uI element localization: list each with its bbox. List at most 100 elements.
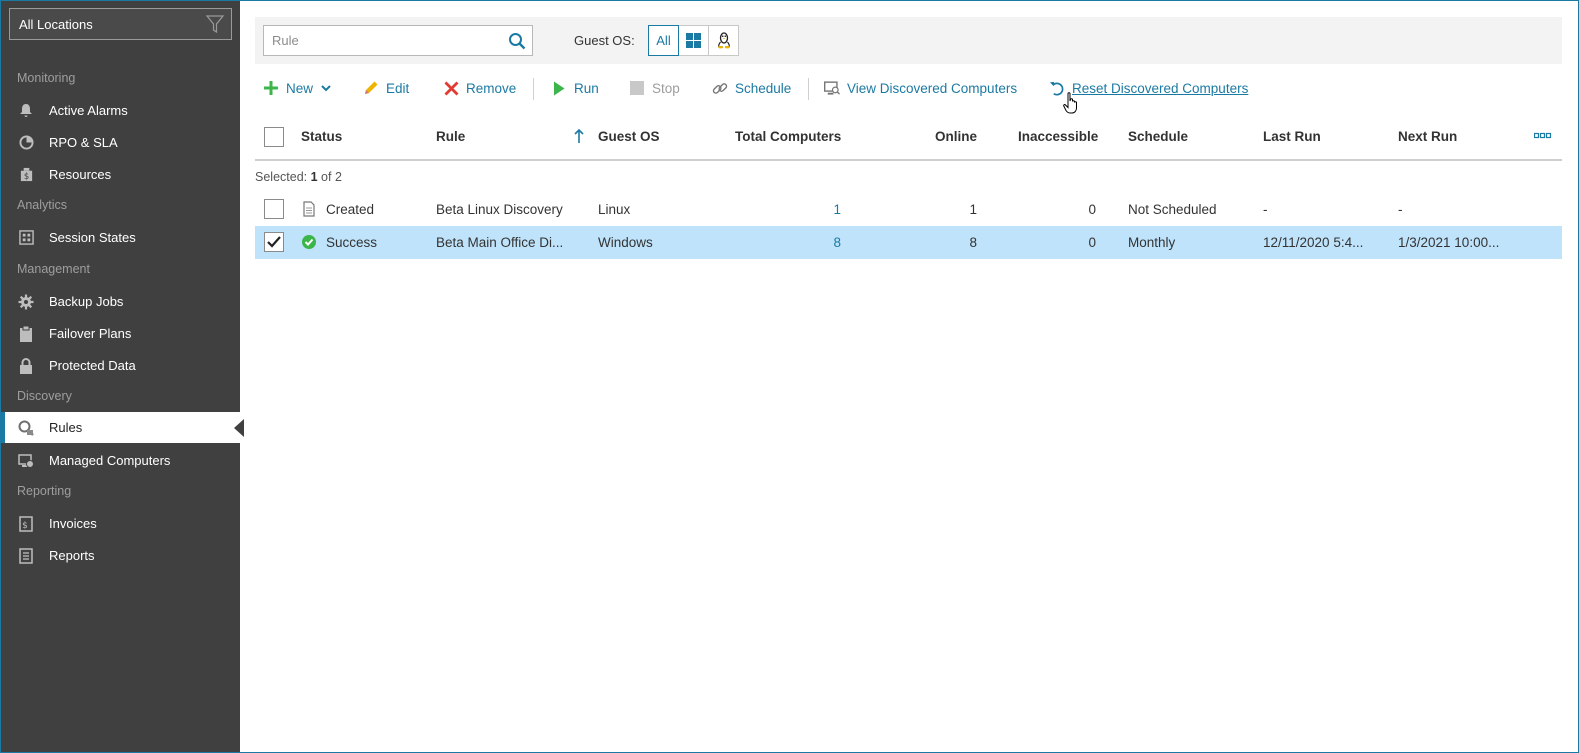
session-grid-icon xyxy=(18,230,34,246)
new-button[interactable]: New xyxy=(263,80,331,96)
table-row[interactable]: Success Beta Main Office Di... Windows 8… xyxy=(255,226,1562,259)
nav-section-analytics: Analytics xyxy=(17,198,68,212)
column-header-online[interactable]: Online xyxy=(935,129,977,144)
cell-status: Success xyxy=(326,235,378,250)
schedule-button[interactable]: Schedule xyxy=(712,80,791,96)
remove-button-label: Remove xyxy=(466,80,517,96)
checkmark-icon xyxy=(267,236,281,248)
cell-inaccessible: 0 xyxy=(1088,202,1096,217)
selection-count: 1 xyxy=(310,170,318,184)
view-discovered-computers-button[interactable]: View Discovered Computers xyxy=(824,80,1017,96)
new-button-label: New xyxy=(286,80,314,96)
invoice-icon: $ xyxy=(18,515,34,532)
sidebar-item-label: Session States xyxy=(49,230,136,245)
cell-online: 8 xyxy=(969,235,977,250)
toolbar-divider xyxy=(808,78,809,100)
cell-last-run: 12/11/2020 5:4... xyxy=(1263,235,1364,250)
clipboard-icon xyxy=(18,325,34,342)
sidebar-item-reports[interactable]: Reports xyxy=(1,540,240,571)
remove-button[interactable]: Remove xyxy=(443,80,516,96)
row-checkbox[interactable] xyxy=(264,199,284,219)
sort-ascending-icon[interactable] xyxy=(574,129,584,143)
chevron-down-icon xyxy=(321,84,331,91)
pencil-icon xyxy=(363,80,379,96)
location-selector[interactable]: All Locations xyxy=(9,8,232,40)
discovery-rule-icon xyxy=(18,420,34,436)
stop-button[interactable]: Stop xyxy=(629,80,680,96)
cell-rule: Beta Linux Discovery xyxy=(436,202,563,217)
cell-total-computers-link[interactable]: 8 xyxy=(735,235,841,250)
filter-bar: Guest OS: All xyxy=(255,17,1562,64)
selection-suffix: of 2 xyxy=(321,170,342,184)
sidebar-item-protected-data[interactable]: Protected Data xyxy=(1,350,240,381)
sidebar-item-label: Resources xyxy=(49,167,112,182)
edit-button[interactable]: Edit xyxy=(363,80,409,96)
cell-total-computers-link[interactable]: 1 xyxy=(735,202,841,217)
resources-icon: $ xyxy=(18,167,34,183)
run-button[interactable]: Run xyxy=(551,80,599,96)
location-label: All Locations xyxy=(19,17,93,32)
schedule-button-label: Schedule xyxy=(735,80,792,96)
column-header-schedule[interactable]: Schedule xyxy=(1128,129,1188,144)
plus-icon xyxy=(263,80,279,96)
guest-os-toggle-group: All xyxy=(648,25,739,56)
close-icon xyxy=(443,80,459,96)
link-icon xyxy=(712,80,728,96)
column-header-total-computers[interactable]: Total Computers xyxy=(735,129,841,144)
sidebar-item-active-alarms[interactable]: Active Alarms xyxy=(1,95,240,126)
cell-inaccessible: 0 xyxy=(1088,235,1096,250)
sidebar-item-label: Backup Jobs xyxy=(49,294,124,309)
sidebar-item-resources[interactable]: $ Resources xyxy=(1,159,240,190)
cell-status: Created xyxy=(326,202,375,217)
search-icon[interactable] xyxy=(508,32,526,50)
sidebar-item-backup-jobs[interactable]: Backup Jobs xyxy=(1,286,240,317)
row-checkbox[interactable] xyxy=(264,232,284,252)
sidebar-item-session-states[interactable]: Session States xyxy=(1,222,240,253)
cell-next-run: 1/3/2021 10:00... xyxy=(1398,235,1500,250)
os-filter-linux[interactable] xyxy=(708,25,739,56)
view-discovered-computers-label: View Discovered Computers xyxy=(847,80,1018,96)
column-header-rule[interactable]: Rule xyxy=(436,129,465,144)
cell-online: 1 xyxy=(969,202,977,217)
report-icon xyxy=(18,547,34,564)
bell-icon xyxy=(18,103,34,119)
svg-text:$: $ xyxy=(23,171,28,181)
column-header-next-run[interactable]: Next Run xyxy=(1398,129,1457,144)
document-icon xyxy=(303,201,315,217)
reset-discovered-computers-label: Reset Discovered Computers xyxy=(1072,80,1249,96)
column-header-guest-os[interactable]: Guest OS xyxy=(598,129,660,144)
more-options-icon[interactable] xyxy=(1534,132,1552,140)
sidebar-item-rules[interactable]: Rules xyxy=(1,412,244,443)
sidebar-item-invoices[interactable]: $ Invoices xyxy=(1,508,240,539)
search-input[interactable] xyxy=(264,26,494,55)
sidebar-item-label: Protected Data xyxy=(49,358,136,373)
table-row[interactable]: Created Beta Linux Discovery Linux 1 1 0… xyxy=(255,193,1562,226)
pie-chart-icon xyxy=(18,135,34,151)
sidebar-item-managed-computers[interactable]: Managed Computers xyxy=(1,445,240,476)
column-header-last-run[interactable]: Last Run xyxy=(1263,129,1321,144)
cell-guest-os: Windows xyxy=(598,235,653,250)
nav-section-monitoring: Monitoring xyxy=(17,71,76,85)
filter-icon[interactable] xyxy=(205,14,225,34)
sidebar-item-label: Managed Computers xyxy=(49,453,171,468)
toolbar: New Edit Remove Run Stop Schedule View D… xyxy=(255,76,1562,102)
managed-computers-icon xyxy=(18,453,34,469)
cell-rule: Beta Main Office Di... xyxy=(436,235,564,250)
sidebar-item-label: RPO & SLA xyxy=(49,135,118,150)
sidebar-item-rpo-sla[interactable]: RPO & SLA xyxy=(1,127,240,158)
guest-os-label: Guest OS: xyxy=(574,33,635,48)
cell-last-run: - xyxy=(1263,202,1268,217)
os-filter-windows[interactable] xyxy=(678,25,709,56)
edit-button-label: Edit xyxy=(386,80,410,96)
os-filter-all[interactable]: All xyxy=(648,25,679,56)
cell-schedule: Not Scheduled xyxy=(1128,202,1217,217)
search-box xyxy=(263,25,533,56)
sidebar-item-label: Failover Plans xyxy=(49,326,132,341)
selection-summary: Selected: 1 of 2 xyxy=(255,170,342,184)
cell-guest-os: Linux xyxy=(598,202,631,217)
select-all-checkbox[interactable] xyxy=(264,127,284,147)
column-header-inaccessible[interactable]: Inaccessible xyxy=(1018,129,1098,144)
sidebar-item-failover-plans[interactable]: Failover Plans xyxy=(1,318,240,349)
lock-icon xyxy=(18,357,34,374)
column-header-status[interactable]: Status xyxy=(301,129,342,144)
